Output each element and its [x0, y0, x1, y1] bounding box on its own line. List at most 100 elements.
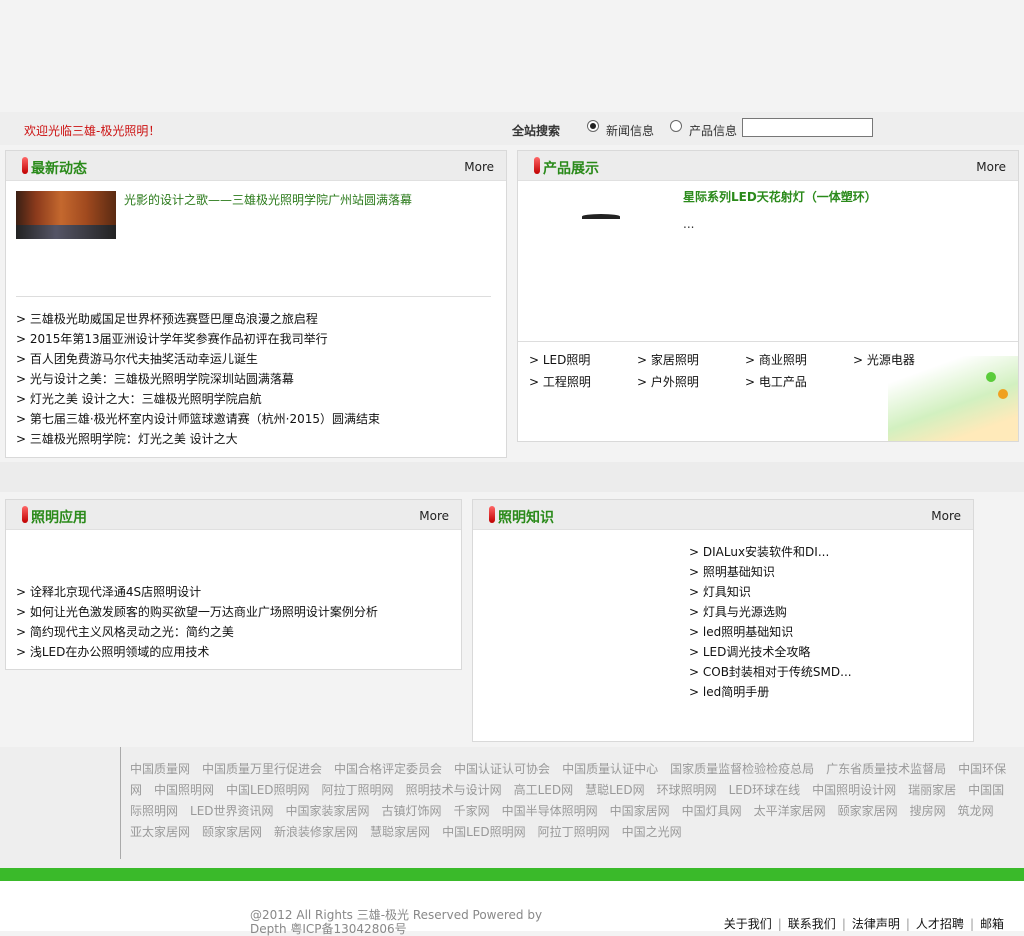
friend-link[interactable]: 高工LED网	[514, 783, 574, 797]
friend-link[interactable]: 筑龙网	[958, 804, 994, 818]
news-more-link[interactable]: More	[464, 160, 494, 174]
knowledge-item[interactable]: > 灯具与光源选购	[689, 603, 787, 620]
bullet-icon	[489, 506, 495, 523]
news-item[interactable]: > 灯光之美 设计之大：三雄极光照明学院启航	[16, 390, 262, 407]
footer-nav-link[interactable]: 关于我们	[724, 917, 772, 931]
friend-link[interactable]: 中国半导体照明网	[502, 804, 598, 818]
friend-link[interactable]: 中国质量万里行促进会	[202, 762, 322, 776]
friend-link[interactable]: LED环球在线	[729, 783, 801, 797]
friend-link[interactable]: 颐家家居网	[838, 804, 898, 818]
friend-link[interactable]: 慧聪家居网	[370, 825, 430, 839]
category-light-source[interactable]: > 光源电器	[853, 351, 915, 368]
products-title: 产品展示	[543, 161, 599, 177]
friend-link[interactable]: 中国照明网	[154, 783, 214, 797]
search-input[interactable]	[742, 118, 873, 137]
news-thumbnail[interactable]	[16, 191, 116, 239]
radio-products[interactable]	[670, 120, 682, 132]
friend-link[interactable]: 环球照明网	[657, 783, 717, 797]
applications-panel: 照明应用 More > 诠释北京现代泽通4S店照明设计 > 如何让光色激发顾客的…	[5, 499, 462, 670]
footer-nav-link[interactable]: 法律声明	[852, 917, 900, 931]
friend-link[interactable]: 阿拉丁照明网	[322, 783, 394, 797]
products-more-link[interactable]: More	[976, 160, 1006, 174]
knowledge-item[interactable]: > 照明基础知识	[689, 563, 775, 580]
bullet-icon	[22, 157, 28, 174]
friend-link[interactable]: 中国认证认可协会	[454, 762, 550, 776]
news-item[interactable]: > 三雄极光助威国足世界杯预选赛暨巴厘岛浪漫之旅启程	[16, 310, 318, 327]
friend-link[interactable]: 古镇灯饰网	[382, 804, 442, 818]
nav-divider: |	[905, 917, 910, 931]
led-beam-graphic	[888, 356, 1018, 441]
footer-nav-link[interactable]: 人才招聘	[916, 917, 964, 931]
category-commercial[interactable]: > 商业照明	[745, 351, 807, 368]
knowledge-more-link[interactable]: More	[931, 509, 961, 523]
application-item[interactable]: > 简约现代主义风格灵动之光：简约之美	[16, 623, 234, 640]
green-divider-bar	[0, 868, 1024, 881]
friend-link[interactable]: 千家网	[454, 804, 490, 818]
product-desc: ...	[683, 217, 695, 231]
knowledge-item[interactable]: > DIALux安装软件和DI...	[689, 543, 829, 560]
product-image[interactable]	[582, 214, 620, 219]
friend-links: 中国质量网 中国质量万里行促进会 中国合格评定委员会 中国认证认可协会 中国质量认证中心…	[130, 759, 1010, 843]
friend-link[interactable]: 亚太家居网	[130, 825, 190, 839]
friend-link[interactable]: 中国LED照明网	[442, 825, 526, 839]
radio-news-label: 新闻信息	[606, 124, 655, 138]
friend-link[interactable]: 中国合格评定委员会	[334, 762, 442, 776]
friend-link[interactable]: 搜房网	[910, 804, 946, 818]
footer-nav-link[interactable]: 邮箱	[980, 917, 1004, 931]
bullet-icon	[534, 157, 540, 174]
radio-news[interactable]	[587, 120, 599, 132]
category-led[interactable]: > LED照明	[529, 351, 590, 368]
application-item[interactable]: > 浅LED在办公照明领域的应用技术	[16, 643, 209, 660]
friend-link[interactable]: 阿拉丁照明网	[538, 825, 610, 839]
friend-link[interactable]: 中国家居网	[610, 804, 670, 818]
friend-link[interactable]: 新浪装修家居网	[274, 825, 358, 839]
category-home[interactable]: > 家居照明	[637, 351, 699, 368]
knowledge-panel-header: 照明知识 More	[473, 500, 973, 530]
friend-link[interactable]: 中国质量认证中心	[562, 762, 658, 776]
friend-link[interactable]: 广东省质量技术监督局	[826, 762, 946, 776]
friend-link[interactable]: 中国质量网	[130, 762, 190, 776]
divider	[518, 341, 1018, 342]
friend-link[interactable]: 瑞丽家居	[908, 783, 956, 797]
friend-link[interactable]: 颐家家居网	[202, 825, 262, 839]
friend-link[interactable]: 中国家装家居网	[286, 804, 370, 818]
news-item[interactable]: > 三雄极光照明学院：灯光之美 设计之大	[16, 430, 238, 447]
category-engineering[interactable]: > 工程照明	[529, 373, 591, 390]
knowledge-panel: 照明知识 More > DIALux安装软件和DI... > 照明基础知识 > …	[472, 499, 974, 742]
friend-link[interactable]: LED世界资讯网	[190, 804, 274, 818]
knowledge-item[interactable]: > LED调光技术全攻略	[689, 643, 810, 660]
footer-nav-link[interactable]: 联系我们	[788, 917, 836, 931]
news-item[interactable]: > 第七届三雄·极光杯室内设计师篮球邀请赛（杭州·2015）圆满结束	[16, 410, 380, 427]
applications-more-link[interactable]: More	[419, 509, 449, 523]
news-headline[interactable]: 光影的设计之歌——三雄极光照明学院广州站圆满落幕	[124, 191, 412, 208]
news-item[interactable]: > 光与设计之美：三雄极光照明学院深圳站圆满落幕	[16, 370, 294, 387]
friend-link[interactable]: 中国照明设计网	[812, 783, 896, 797]
news-title: 最新动态	[31, 161, 87, 177]
knowledge-item[interactable]: > led照明基础知识	[689, 623, 793, 640]
news-item[interactable]: > 百人团免费游马尔代夫抽奖活动幸运儿诞生	[16, 350, 258, 367]
friend-links-area: 中国质量网 中国质量万里行促进会 中国合格评定委员会 中国认证认可协会 中国质量认证中心…	[0, 747, 1024, 868]
news-panel: 最新动态 More 光影的设计之歌——三雄极光照明学院广州站圆满落幕 > 三雄极…	[5, 150, 507, 458]
news-item[interactable]: > 2015年第13届亚洲设计学年奖参赛作品初评在我司举行	[16, 330, 328, 347]
copyright-text: @2012 All Rights 三雄-极光 Reserved Powered …	[250, 908, 543, 936]
category-electrical[interactable]: > 电工产品	[745, 373, 807, 390]
friend-link[interactable]: 中国LED照明网	[226, 783, 310, 797]
knowledge-item[interactable]: > led简明手册	[689, 683, 769, 700]
product-name[interactable]: 星际系列LED天花射灯（一体塑环）	[683, 188, 877, 205]
friend-link[interactable]: 国家质量监督检验检疫总局	[670, 762, 814, 776]
application-item[interactable]: > 诠释北京现代泽通4S店照明设计	[16, 583, 201, 600]
applications-panel-header: 照明应用 More	[6, 500, 461, 530]
products-panel: 产品展示 More 星际系列LED天花射灯（一体塑环） ... > LED照明 …	[517, 150, 1019, 442]
products-panel-header: 产品展示 More	[518, 151, 1018, 181]
knowledge-item[interactable]: > COB封装相对于传统SMD...	[689, 663, 852, 680]
friend-link[interactable]: 太平洋家居网	[754, 804, 826, 818]
bottom-nav: 关于我们 | 联系我们 | 法律声明 | 人才招聘 | 邮箱	[724, 915, 1004, 932]
friend-link[interactable]: 中国灯具网	[682, 804, 742, 818]
application-item[interactable]: > 如何让光色激发顾客的购买欲望一万达商业广场照明设计案例分析	[16, 603, 378, 620]
nav-divider: |	[841, 917, 846, 931]
friend-link[interactable]: 照明技术与设计网	[406, 783, 502, 797]
knowledge-item[interactable]: > 灯具知识	[689, 583, 751, 600]
friend-link[interactable]: 慧聪LED网	[585, 783, 645, 797]
category-outdoor[interactable]: > 户外照明	[637, 373, 699, 390]
friend-link[interactable]: 中国之光网	[622, 825, 682, 839]
